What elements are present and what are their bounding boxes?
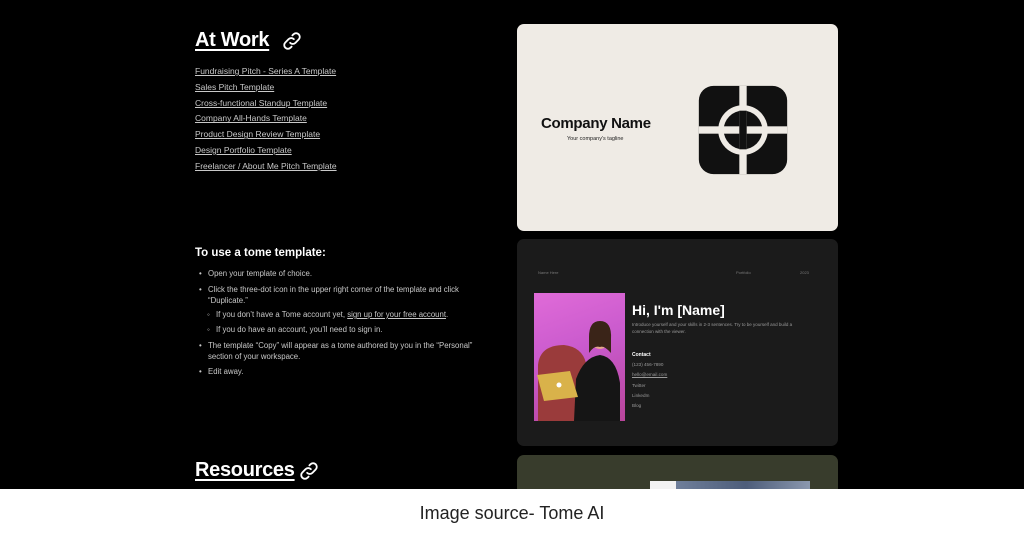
company-name: Company Name [541, 115, 651, 132]
image-caption: Image source- Tome AI [419, 503, 605, 523]
person-illustration [537, 321, 620, 421]
at-work-heading[interactable]: At Work [195, 29, 270, 52]
template-link[interactable]: Fundraising Pitch - Series A Template [195, 66, 336, 76]
bullet-icon: ◦ [207, 310, 210, 319]
howto-heading: To use a tome template: [195, 247, 326, 259]
list-item: Freelancer / About Me Pitch Template [195, 156, 337, 172]
contact-phone: (123) 456-7890 [632, 362, 664, 367]
list-item: Cross-functional Standup Template [195, 93, 337, 109]
bullet-icon: • [199, 341, 202, 350]
howto-substep: ◦ If you don’t have a Tome account yet, … [207, 310, 449, 319]
howto-step: • The template “Copy” will appear as a t… [199, 341, 473, 361]
contact-email[interactable]: hello@email.com [632, 372, 667, 377]
contact-heading: Contact [632, 352, 651, 358]
nav-item: 2023 [800, 270, 809, 275]
intro-text: Introduce yourself and your skills in 2-… [632, 322, 793, 334]
signup-link[interactable]: sign up for your free account [347, 310, 446, 319]
list-item: Product Design Review Template [195, 124, 337, 140]
company-logo-icon [698, 85, 788, 175]
list-item: Company All-Hands Template [195, 108, 337, 124]
company-tagline: Your company's tagline [567, 136, 624, 142]
template-links-list: Fundraising Pitch - Series A Template Sa… [195, 61, 337, 172]
template-card-about-me[interactable]: Name Here Portfolio 2023 Hi, I'm [Name] … [517, 239, 838, 446]
bullet-icon: • [199, 285, 202, 294]
resources-heading[interactable]: Resources [195, 459, 295, 482]
template-link[interactable]: Company All-Hands Template [195, 113, 307, 123]
contact-twitter[interactable]: Twitter [632, 383, 646, 388]
list-item: Fundraising Pitch - Series A Template [195, 61, 337, 77]
contact-blog[interactable]: Blog [632, 403, 641, 408]
nav-item: Portfolio [736, 270, 751, 275]
page: At Work Fundraising Pitch - Series A Tem… [0, 0, 1024, 538]
template-link[interactable]: Sales Pitch Template [195, 82, 274, 92]
template-link[interactable]: Design Portfolio Template [195, 145, 292, 155]
template-link[interactable]: Cross-functional Standup Template [195, 98, 327, 108]
screenshot-area: At Work Fundraising Pitch - Series A Tem… [0, 0, 1024, 489]
bullet-icon: • [199, 269, 202, 278]
greeting-heading: Hi, I'm [Name] [632, 302, 725, 318]
bullet-icon: • [199, 367, 202, 376]
howto-step: • Click the three-dot icon in the upper … [199, 285, 459, 305]
card-preview-image [650, 481, 810, 489]
template-link[interactable]: Product Design Review Template [195, 129, 320, 139]
link-icon[interactable] [298, 460, 320, 482]
link-icon[interactable] [281, 30, 303, 52]
template-link[interactable]: Freelancer / About Me Pitch Template [195, 161, 337, 171]
template-card-resources[interactable] [517, 455, 838, 489]
nav-name: Name Here [538, 270, 559, 275]
howto-step: • Edit away. [199, 367, 244, 376]
template-card-company[interactable]: Company Name Your company's tagline [517, 24, 838, 231]
howto-step: • Open your template of choice. [199, 269, 313, 278]
profile-photo [534, 293, 625, 421]
contact-linkedin[interactable]: LinkedIn [632, 393, 649, 398]
list-item: Sales Pitch Template [195, 77, 337, 93]
list-item: Design Portfolio Template [195, 140, 337, 156]
howto-substep: ◦ If you do have an account, you’ll need… [207, 325, 383, 334]
bullet-icon: ◦ [207, 325, 210, 334]
